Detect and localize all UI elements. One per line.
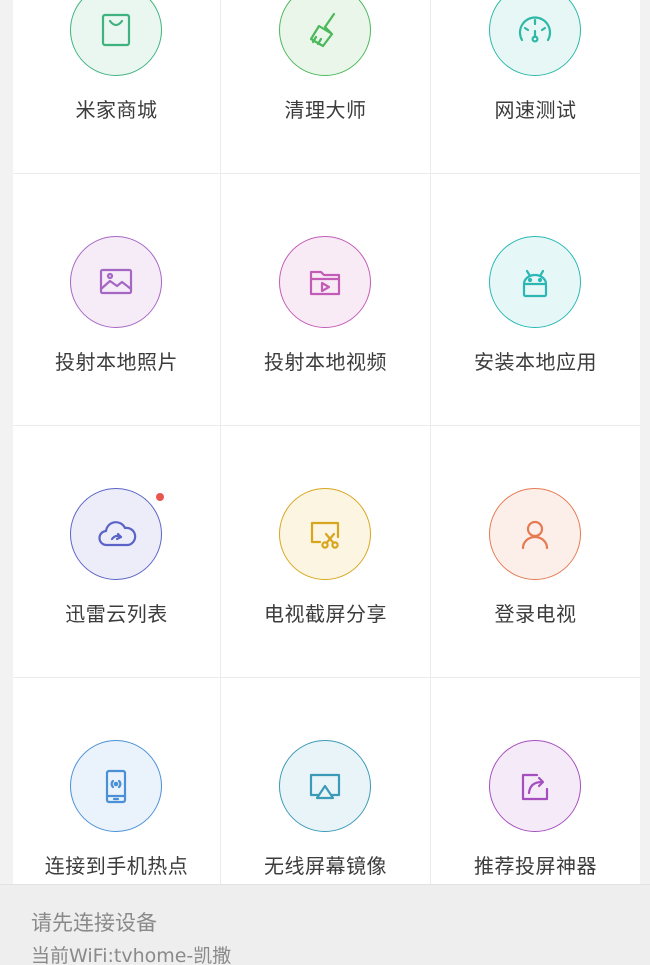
- airplay-icon: [309, 773, 340, 800]
- tool-icon-circle: [488, 236, 581, 328]
- tool-label: 电视截屏分享: [264, 602, 387, 626]
- screenshot-scissors-icon: [310, 521, 339, 549]
- tool-login-tv[interactable]: 登录电视: [431, 426, 640, 678]
- user-icon: [521, 520, 548, 550]
- photo-icon: [99, 268, 132, 295]
- current-wifi-text: 当前WiFi:tvhome-凯撒: [31, 945, 232, 965]
- tool-cast-videos[interactable]: 投射本地视频: [221, 174, 431, 426]
- tool-label: 清理大师: [284, 98, 367, 122]
- tool-label: 推荐投屏神器: [474, 854, 597, 878]
- tools-grid: 米家商城 清理大师 网速测试 投射本地照片 投射本地视频 安装本地应用 迅雷云列…: [13, 0, 640, 930]
- tool-label: 安装本地应用: [474, 350, 597, 374]
- tool-icon-circle: [278, 0, 371, 76]
- cloud-icon: [97, 521, 136, 547]
- tool-xunlei-cloud[interactable]: 迅雷云列表: [13, 426, 221, 678]
- tool-icon-circle: [488, 488, 581, 580]
- tool-label: 投射本地照片: [55, 350, 178, 374]
- tool-icon-circle: [69, 488, 164, 580]
- tool-speed-test[interactable]: 网速测试: [431, 0, 640, 174]
- tool-label: 投射本地视频: [264, 350, 387, 374]
- tool-tv-screenshot-share[interactable]: 电视截屏分享: [221, 426, 431, 678]
- tool-install-apps[interactable]: 安装本地应用: [431, 174, 640, 426]
- tool-icon-circle: [278, 740, 371, 832]
- tool-icon-circle: [69, 740, 162, 832]
- connect-device-prompt: 请先连接设备: [31, 911, 157, 935]
- phone-hotspot-icon: [105, 769, 126, 804]
- android-icon: [522, 269, 547, 298]
- tool-icon-circle: [278, 236, 371, 328]
- notification-dot: [155, 493, 164, 501]
- share-icon: [521, 773, 548, 801]
- tool-icon-circle: [69, 236, 162, 328]
- broom-icon: [309, 12, 335, 48]
- tool-label: 无线屏幕镜像: [264, 854, 387, 878]
- video-folder-icon: [309, 270, 340, 296]
- tool-label: 米家商城: [75, 98, 158, 122]
- tool-icon-circle: [488, 740, 581, 832]
- tool-icon-circle: [69, 0, 162, 76]
- tool-cast-photos[interactable]: 投射本地照片: [13, 174, 221, 426]
- tool-label: 迅雷云列表: [65, 602, 168, 626]
- tool-label: 登录电视: [494, 602, 577, 626]
- speedometer-icon: [518, 16, 551, 43]
- tool-icon-circle: [278, 488, 371, 580]
- tool-label: 网速测试: [494, 98, 577, 122]
- connection-status-bar[interactable]: 请先连接设备 当前WiFi:tvhome-凯撒: [0, 884, 650, 965]
- tools-page: 米家商城 清理大师 网速测试 投射本地照片 投射本地视频 安装本地应用 迅雷云列…: [0, 0, 650, 965]
- tool-cleaner[interactable]: 清理大师: [221, 0, 431, 174]
- tool-icon-circle: [488, 0, 581, 76]
- shopping-bag-icon: [101, 13, 130, 47]
- tool-mijia-store[interactable]: 米家商城: [13, 0, 221, 174]
- tool-label: 连接到手机热点: [44, 854, 189, 878]
